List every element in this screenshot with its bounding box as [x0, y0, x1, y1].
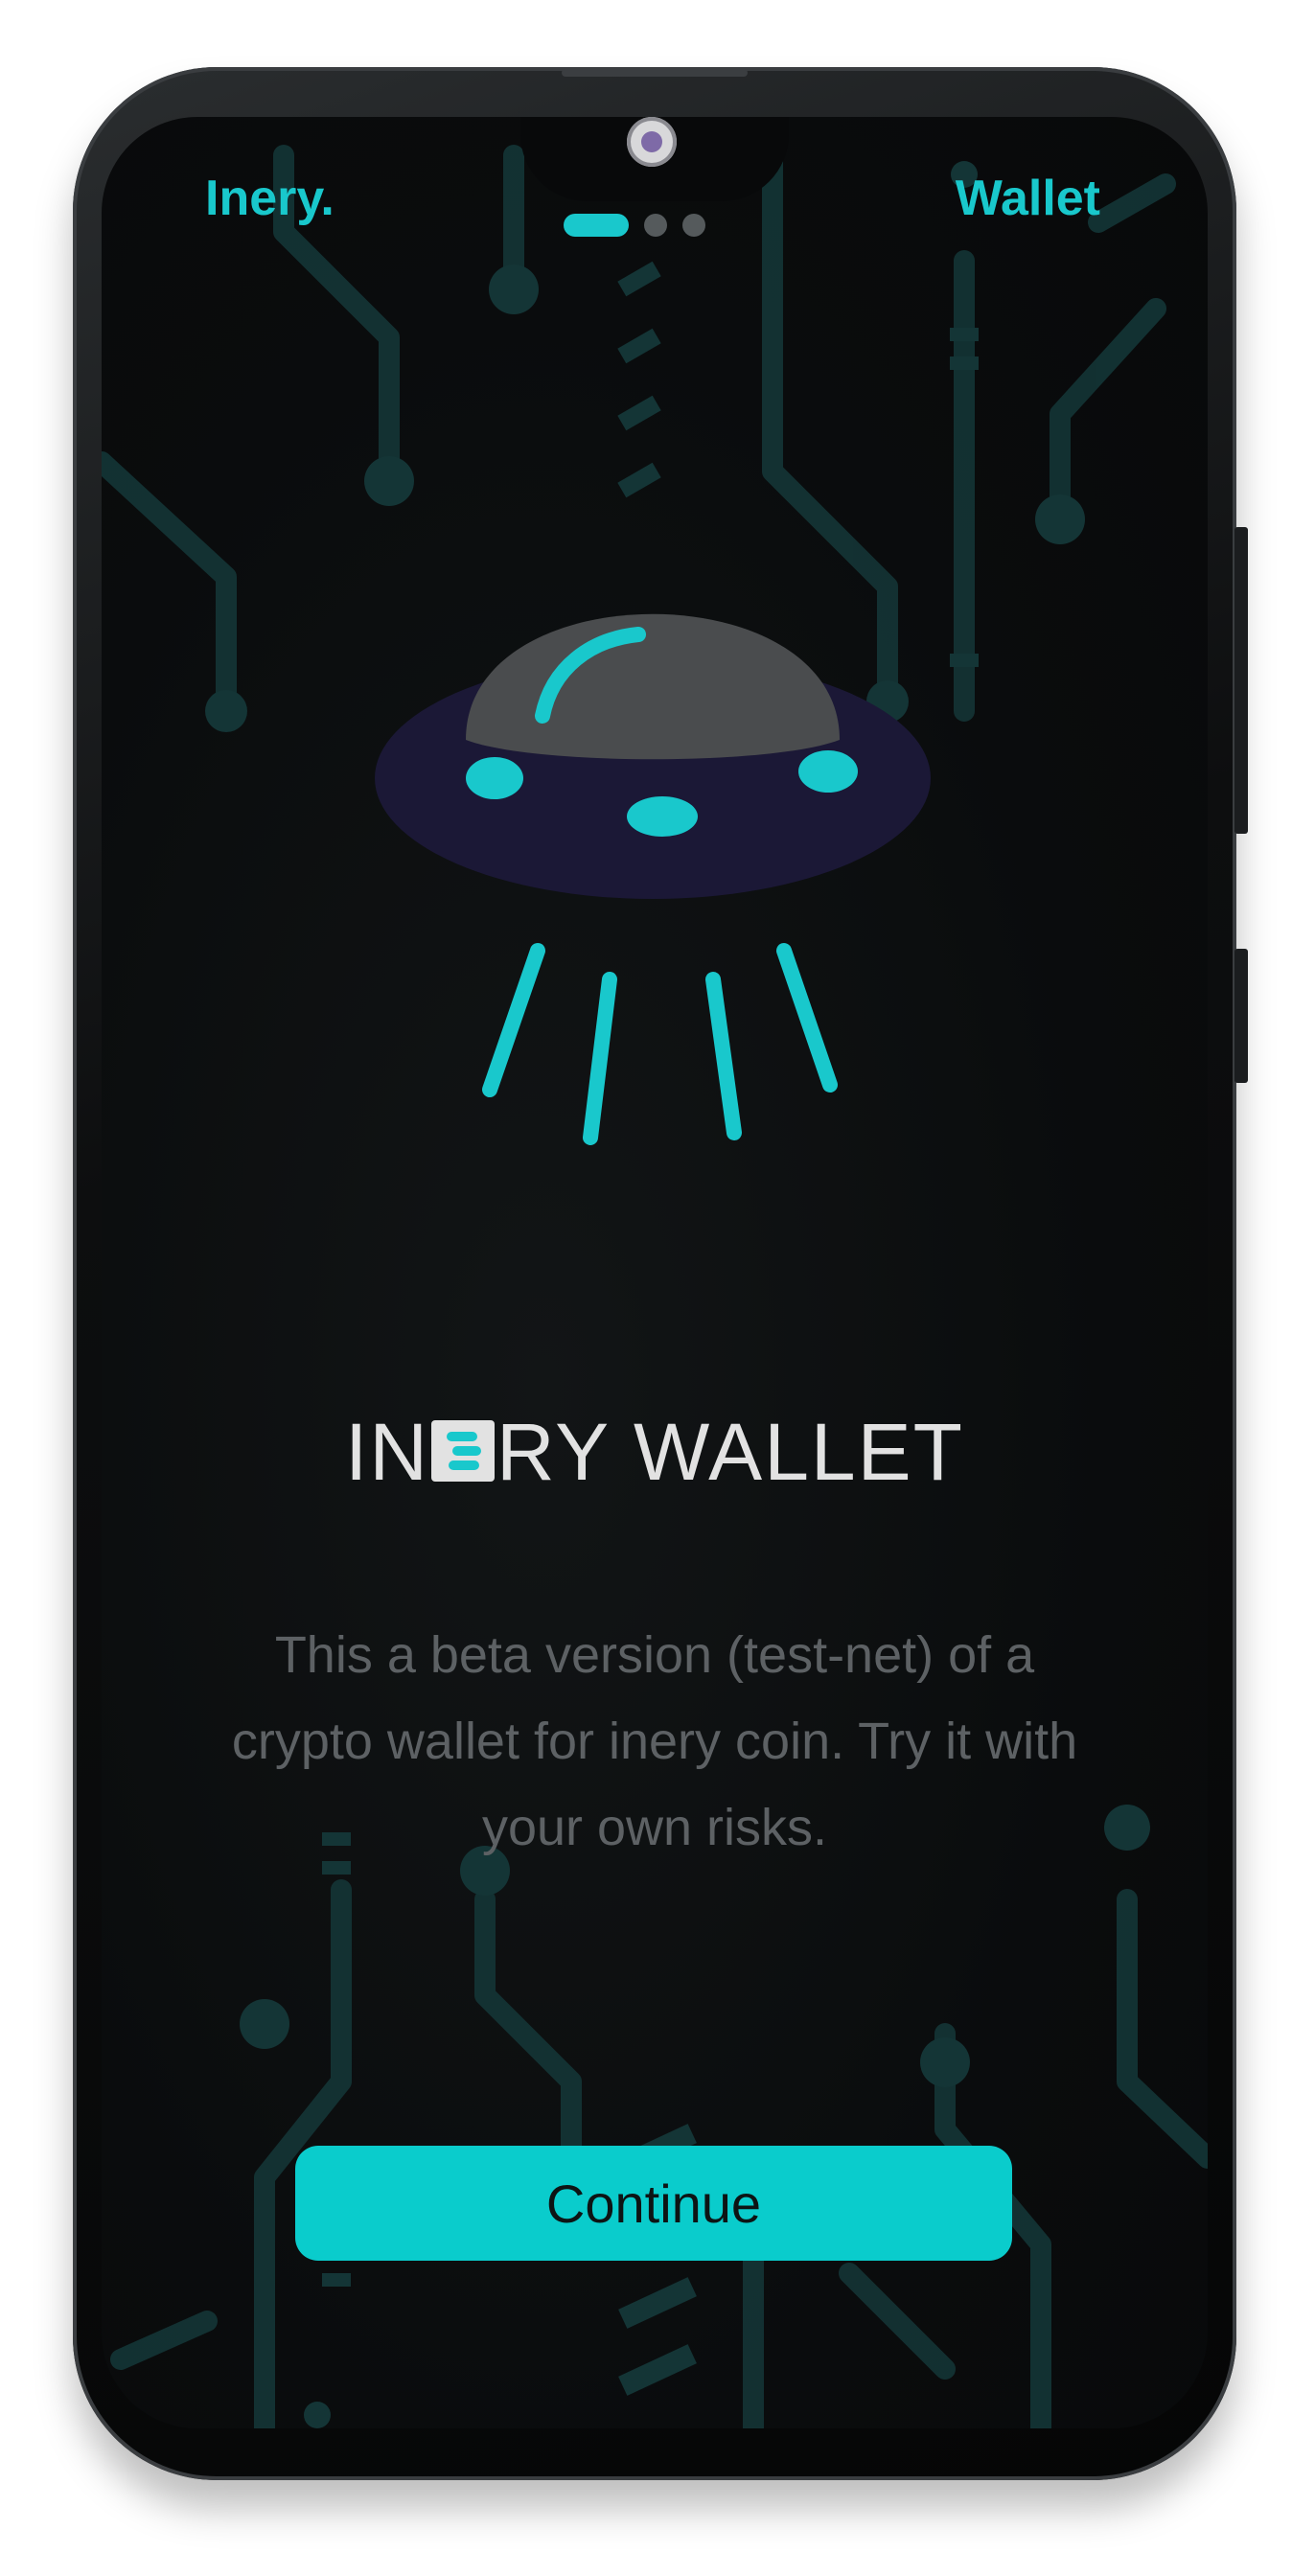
onboarding-pager: [564, 214, 705, 237]
volume-button: [1234, 527, 1248, 834]
earpiece-speaker: [562, 69, 748, 77]
ufo-illustration-icon: [375, 613, 931, 1145]
circuit-background: [102, 117, 1208, 2428]
wallet-title: IN RY WALLET: [102, 1406, 1208, 1499]
pager-dot-active[interactable]: [564, 214, 629, 237]
title-text-start: IN: [345, 1407, 430, 1497]
title-text-end: RY WALLET: [496, 1407, 964, 1497]
pager-dot[interactable]: [644, 214, 667, 237]
power-button: [1234, 949, 1248, 1083]
brand-wallet-text: Wallet: [955, 171, 1100, 226]
phone-frame: Inery. Wallet IN RY WALLET This a beta v…: [73, 67, 1248, 2480]
beta-disclaimer-text: This a beta version (test-net) of a cryp…: [231, 1626, 1078, 1856]
app-mockup: Inery. Wallet IN RY WALLET This a beta v…: [0, 0, 1315, 2576]
inery-e-logo-icon: [431, 1420, 496, 1482]
pager-dot[interactable]: [682, 214, 705, 237]
onboarding-screen: Inery. Wallet IN RY WALLET This a beta v…: [102, 117, 1208, 2428]
brand-logo-text: Inery.: [205, 171, 335, 226]
front-camera: [627, 117, 677, 167]
continue-button[interactable]: Continue: [295, 2146, 1012, 2261]
